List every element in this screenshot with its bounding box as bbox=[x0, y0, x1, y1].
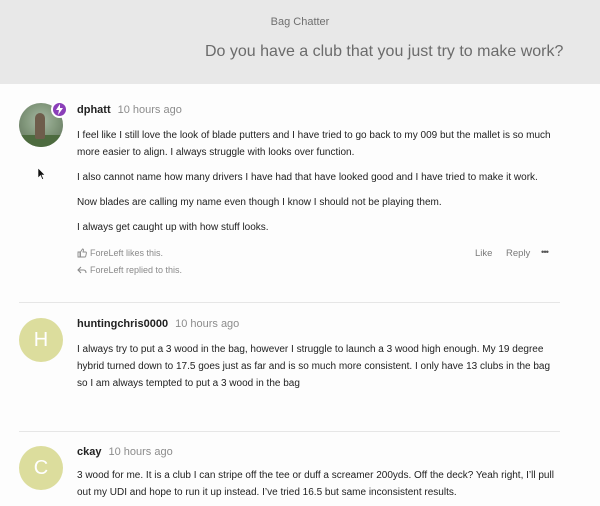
reply-note[interactable]: ForeLeft replied to this. bbox=[77, 265, 182, 275]
likes-summary[interactable]: ForeLeft likes this. bbox=[77, 248, 163, 258]
divider bbox=[19, 431, 560, 432]
thumbs-up-icon bbox=[77, 248, 90, 258]
divider bbox=[19, 302, 560, 303]
post-meta: huntingchris0000 10 hours ago bbox=[77, 318, 239, 330]
category-label[interactable]: Bag Chatter bbox=[0, 16, 600, 28]
like-button[interactable]: Like bbox=[475, 248, 492, 259]
post-paragraph: I feel like I still love the look of bla… bbox=[77, 130, 551, 158]
post-paragraph: I always get caught up with how stuff lo… bbox=[77, 222, 269, 233]
username[interactable]: ckay bbox=[77, 446, 101, 458]
post-paragraph: I always try to put a 3 wood in the bag,… bbox=[77, 344, 551, 389]
post-time[interactable]: 10 hours ago bbox=[175, 318, 239, 330]
post-time[interactable]: 10 hours ago bbox=[108, 446, 172, 458]
post-paragraph: 3 wood for me. It is a club I can stripe… bbox=[77, 470, 554, 498]
post-paragraph: I also cannot name how many drivers I ha… bbox=[77, 172, 538, 183]
post-meta: dphatt 10 hours ago bbox=[77, 104, 182, 116]
mouse-cursor-icon bbox=[37, 167, 46, 185]
reply-button[interactable]: Reply bbox=[506, 248, 530, 259]
username[interactable]: huntingchris0000 bbox=[77, 318, 168, 330]
reply-arrow-icon bbox=[77, 265, 90, 275]
post-time[interactable]: 10 hours ago bbox=[118, 104, 182, 116]
topic-header: Bag Chatter Do you have a club that you … bbox=[0, 0, 600, 84]
reply-note-text: ForeLeft replied to this. bbox=[90, 265, 183, 275]
username[interactable]: dphatt bbox=[77, 104, 111, 116]
avatar[interactable]: H bbox=[19, 318, 63, 362]
likes-text: ForeLeft likes this. bbox=[90, 248, 164, 258]
topic-title: Do you have a club that you just try to … bbox=[205, 43, 564, 60]
avatar[interactable]: C bbox=[19, 446, 63, 490]
post-paragraph: Now blades are calling my name even thou… bbox=[77, 197, 442, 208]
post-meta: ckay 10 hours ago bbox=[77, 446, 173, 458]
lightning-icon bbox=[51, 101, 68, 118]
ellipsis-icon[interactable]: ••• bbox=[541, 247, 549, 258]
